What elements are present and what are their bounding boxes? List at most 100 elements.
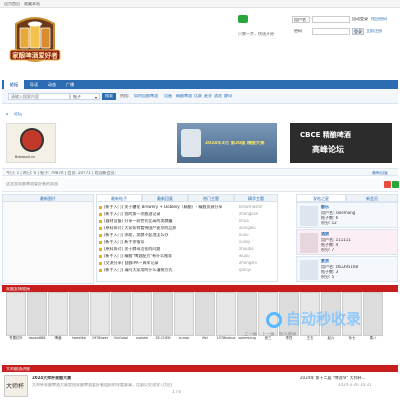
member-avatars: 冬雪红叶 davex888 啤酒 tweetka 1978beer liluGa… bbox=[2, 292, 398, 356]
latest-posts-list: [新手入门] 关于糖化 Brewery + DobBey（精酿）- 精酿资源分享… bbox=[96, 202, 278, 282]
latest-pics-panel bbox=[2, 202, 94, 284]
search-type-select[interactable]: 帖子 ▾ bbox=[70, 93, 100, 100]
bullet-icon bbox=[99, 227, 102, 230]
bullet-icon bbox=[99, 248, 102, 251]
beer-cap-icon bbox=[20, 128, 44, 152]
member-avatar[interactable]: solemiang bbox=[237, 292, 257, 348]
nav-feed[interactable]: 动态 bbox=[44, 80, 60, 89]
tab-star-posters[interactable]: 发帖之星 bbox=[296, 194, 346, 202]
list-item[interactable]: [新手入门] 新手求指导 sunqi bbox=[99, 240, 277, 246]
search-bar: 帖子 ▾ 搜索 热搜: 如何自酿啤酒 设备 精酿啤酒 比赛 麦芽 酒花 酵母 bbox=[2, 89, 398, 104]
tab-essence[interactable]: 精华主题 bbox=[234, 194, 278, 202]
member-avatar[interactable]: 1978beer bbox=[90, 292, 110, 348]
search-button[interactable]: 搜索 bbox=[102, 93, 116, 100]
avatar[interactable] bbox=[300, 206, 318, 226]
bullet-icon bbox=[99, 262, 102, 265]
latest-replies-link[interactable]: 最新回复 bbox=[372, 171, 388, 176]
section-bar: 大师酿酒讲座 bbox=[2, 365, 398, 372]
username-input[interactable] bbox=[312, 16, 350, 23]
tab-new-members[interactable]: 新会员 bbox=[346, 194, 398, 202]
lecture-desc: 大师杯家酿啤酒大赛是由家酿啤酒爱好者组织的年度赛事，比赛以交流学习为目的... bbox=[32, 383, 172, 387]
user-type-select[interactable]: 用户名 bbox=[292, 16, 310, 23]
qq-hint: 只需一步，快速开始 bbox=[238, 32, 274, 36]
wechat-icon[interactable] bbox=[238, 15, 248, 23]
user-card[interactable]: 酿乐 用户名: solemang 帖子数: 6 积分: 12 bbox=[296, 202, 398, 228]
list-item[interactable]: [交流分享] 自酿IPA一周年记录 zhengshi bbox=[99, 261, 277, 267]
chevron-down-icon: ▾ bbox=[94, 95, 97, 100]
lecture-title[interactable]: 2024大师杯家酿大赛 bbox=[32, 376, 71, 381]
nav-forum[interactable]: 论坛 bbox=[4, 80, 24, 89]
password-input[interactable] bbox=[312, 28, 350, 35]
home-icon[interactable]: ⌂ bbox=[6, 111, 9, 116]
lecture-date: 2024-3-26 16:31 bbox=[338, 383, 372, 387]
member-avatar[interactable]: ffei bbox=[195, 292, 215, 348]
bullet-icon bbox=[99, 269, 102, 272]
hot-item[interactable]: 设备 bbox=[164, 94, 172, 99]
calligraphy-text: 大师杯 bbox=[6, 383, 25, 390]
avatar[interactable] bbox=[300, 233, 318, 253]
list-item[interactable]: [新手入门] 求助，发酵不起泡怎么办 liuliu bbox=[99, 233, 277, 239]
stats-bar: 今日: 1 | 昨日: 0 | 帖子: 79870 | 会员: 20771 | … bbox=[2, 168, 398, 176]
hot-item[interactable]: 酵母 bbox=[224, 94, 232, 99]
nav-guide[interactable]: 导读 bbox=[26, 80, 42, 89]
right-lecture-title[interactable]: 2024年 第十二届 "啤酒节" 大师杯... bbox=[300, 376, 396, 381]
watermark: 自动秒收录 上一篇 · 下一篇 · 加入收录 bbox=[244, 310, 362, 337]
calligraphy-thumbnail[interactable]: 大师杯 bbox=[4, 375, 28, 397]
list-item[interactable]: [新手入门] 关于糖化 Brewery + DobBey（精酿）- 精酿资源分享… bbox=[99, 205, 277, 211]
list-item[interactable]: [器材设备] 分享一款性价比高的发酵罐 lihua bbox=[99, 219, 277, 225]
bullet-icon bbox=[99, 206, 102, 209]
svg-text:家酿啤酒爱好者: 家酿啤酒爱好者 bbox=[12, 51, 58, 60]
pager[interactable]: 1 / 6 bbox=[172, 390, 181, 395]
auto-login-checkbox[interactable]: 自动登录 bbox=[352, 17, 368, 22]
hot-item[interactable]: 麦芽 bbox=[204, 94, 212, 99]
star-posters-panel: 酿乐 用户名: solemang 帖子数: 6 积分: 12 酒狼 用户名: 1… bbox=[296, 202, 398, 284]
member-avatar[interactable]: 1978hokua bbox=[216, 292, 236, 348]
member-avatar[interactable]: 啤酒 bbox=[48, 292, 68, 348]
hot-item[interactable]: 精酿啤酒 bbox=[176, 94, 192, 99]
member-avatar[interactable]: 冬雪红叶 bbox=[6, 292, 26, 348]
list-item[interactable]: [原料探讨] 大家如何看待国产麦芽的品质 wangwu bbox=[99, 226, 277, 232]
favorite-link[interactable]: 收藏本站 bbox=[24, 2, 40, 7]
weibo-icon[interactable] bbox=[384, 181, 391, 188]
forgot-password-link[interactable]: 找回密码 bbox=[371, 17, 387, 22]
tab-latest-replies[interactable]: 最新回复 bbox=[142, 194, 188, 202]
nav-broadcast[interactable]: 广播 bbox=[62, 80, 78, 89]
logo-mark-icon bbox=[266, 312, 282, 328]
tab-latest-posts[interactable]: 最新帖子 bbox=[96, 194, 142, 202]
member-avatar[interactable]: SE-CHEN bbox=[153, 292, 173, 348]
member-avatar[interactable]: zumar bbox=[174, 292, 194, 348]
trophy-icon bbox=[181, 129, 201, 157]
list-item[interactable]: [新手入门] 请问大家用的什么灌装方式 qianyi bbox=[99, 268, 277, 274]
hot-item[interactable]: 酒花 bbox=[214, 94, 222, 99]
member-avatar[interactable]: tweetka bbox=[69, 292, 89, 348]
user-card[interactable]: 酒狼 用户名: 111111 帖子数: 4 积分: 7 bbox=[296, 229, 398, 255]
banner-brewsvil[interactable]: Brewsvil.cn bbox=[6, 123, 56, 163]
member-avatar[interactable]: xueshe bbox=[132, 292, 152, 348]
member-avatar[interactable]: davex888 bbox=[27, 292, 47, 348]
register-link[interactable]: 立即注册 bbox=[366, 29, 382, 34]
banner-contest[interactable]: 2024年3月 第20届 精酿大赛 bbox=[177, 123, 277, 163]
wechat-share-icon[interactable] bbox=[392, 181, 399, 188]
password-label: 密码 bbox=[294, 29, 302, 33]
hot-item[interactable]: 比赛 bbox=[194, 94, 202, 99]
set-home-link[interactable]: 设为首页 bbox=[4, 2, 20, 7]
list-item[interactable]: [新手入门] 精酿"啤酒配方"有什么推荐 wujiu bbox=[99, 254, 277, 260]
site-logo[interactable]: 家酿啤酒爱好者 bbox=[6, 10, 64, 70]
breadcrumb: ⌂ 论坛 bbox=[2, 110, 398, 118]
tab-latest-pics[interactable]: 最新图片 bbox=[2, 194, 94, 202]
hot-item[interactable]: 如何自酿啤酒 bbox=[134, 94, 158, 99]
avatar[interactable] bbox=[300, 260, 318, 280]
breadcrumb-forum[interactable]: 论坛 bbox=[14, 112, 22, 117]
list-item[interactable]: [新手入门] 我的第一次酿酒记录 zhangsan bbox=[99, 212, 277, 218]
bullet-icon bbox=[99, 255, 102, 258]
banner-cbce[interactable]: CBCE 精酿啤酒 高峰论坛 bbox=[290, 123, 392, 163]
member-avatar[interactable]: liluGatoi bbox=[111, 292, 131, 348]
login-panel: 只需一步，快速开始 用户名 自动登录 找回密码 密码 登录 立即注册 bbox=[238, 15, 388, 55]
main-nav: 论坛 导读 动态 广播 bbox=[2, 80, 398, 89]
tab-hot-topics[interactable]: 热门主题 bbox=[188, 194, 234, 202]
list-item[interactable]: [原料探讨] 关于酵母活化的问题 zhouba bbox=[99, 247, 277, 253]
search-input[interactable] bbox=[8, 93, 70, 100]
user-card[interactable]: 麦浪 用户名: zhu395168 帖子数: 3 积分: 5 bbox=[296, 256, 398, 282]
login-button[interactable]: 登录 bbox=[352, 28, 364, 35]
lecture-section: 大师杯 2024大师杯家酿大赛 大师杯家酿啤酒大赛是由家酿啤酒爱好者组织的年度赛… bbox=[2, 373, 398, 400]
